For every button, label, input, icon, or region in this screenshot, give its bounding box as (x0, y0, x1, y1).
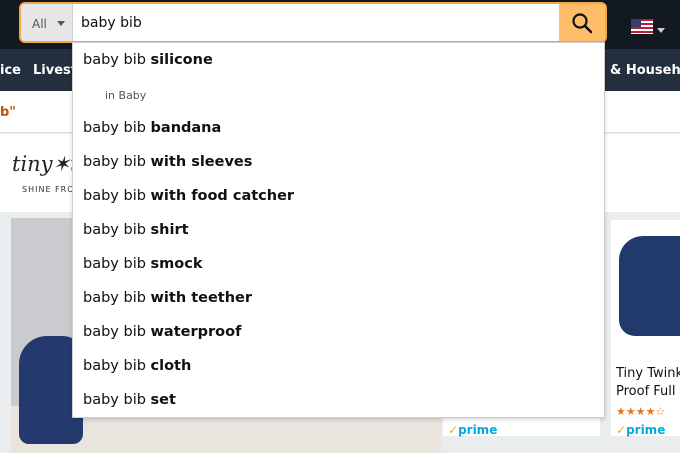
department-label: All (32, 17, 47, 31)
suggestion-item[interactable]: baby bib shirt (83, 222, 189, 238)
results-query-text: b" (0, 105, 17, 120)
us-flag-icon[interactable] (631, 19, 653, 34)
suggestion-department[interactable]: in Baby (105, 89, 146, 102)
suggestion-item[interactable]: baby bib cloth (83, 358, 191, 374)
language-caret-icon[interactable] (657, 28, 665, 33)
search-button[interactable] (559, 4, 605, 41)
nav-item[interactable]: ice (0, 63, 21, 78)
brand-logo[interactable]: tiny✶t (12, 152, 79, 176)
suggestion-item[interactable]: baby bib with sleeves (83, 154, 252, 170)
caret-down-icon (57, 21, 65, 26)
search-bar: All (19, 2, 607, 43)
prime-badge: ✓prime (616, 423, 666, 437)
suggestion-item[interactable]: baby bib bandana (83, 120, 221, 136)
product-card[interactable]: Tiny Twink Proof Full ★★★★☆ ✓prime (611, 220, 680, 437)
prime-badge: ✓prime (448, 423, 498, 437)
suggestion-item[interactable]: baby bib with teether (83, 290, 252, 306)
search-input[interactable] (73, 4, 561, 41)
product-image[interactable] (619, 236, 680, 336)
suggestion-item[interactable]: baby bib set (83, 392, 176, 408)
star-rating[interactable]: ★★★★☆ (616, 405, 665, 418)
suggestion-item[interactable]: baby bib with food catcher (83, 188, 294, 204)
nav-item[interactable]: & Househo (610, 63, 680, 78)
department-dropdown[interactable]: All (21, 4, 73, 41)
search-icon (572, 13, 593, 34)
prime-check-icon: ✓ (616, 423, 627, 437)
search-suggestions: baby bib silicone in Baby baby bib banda… (72, 42, 605, 418)
suggestion-item[interactable]: baby bib smock (83, 256, 202, 272)
product-title[interactable]: Tiny Twink Proof Full (616, 365, 680, 401)
suggestion-item[interactable]: baby bib waterproof (83, 324, 241, 340)
suggestion-item[interactable]: baby bib silicone (83, 52, 213, 68)
prime-check-icon: ✓ (448, 423, 459, 437)
